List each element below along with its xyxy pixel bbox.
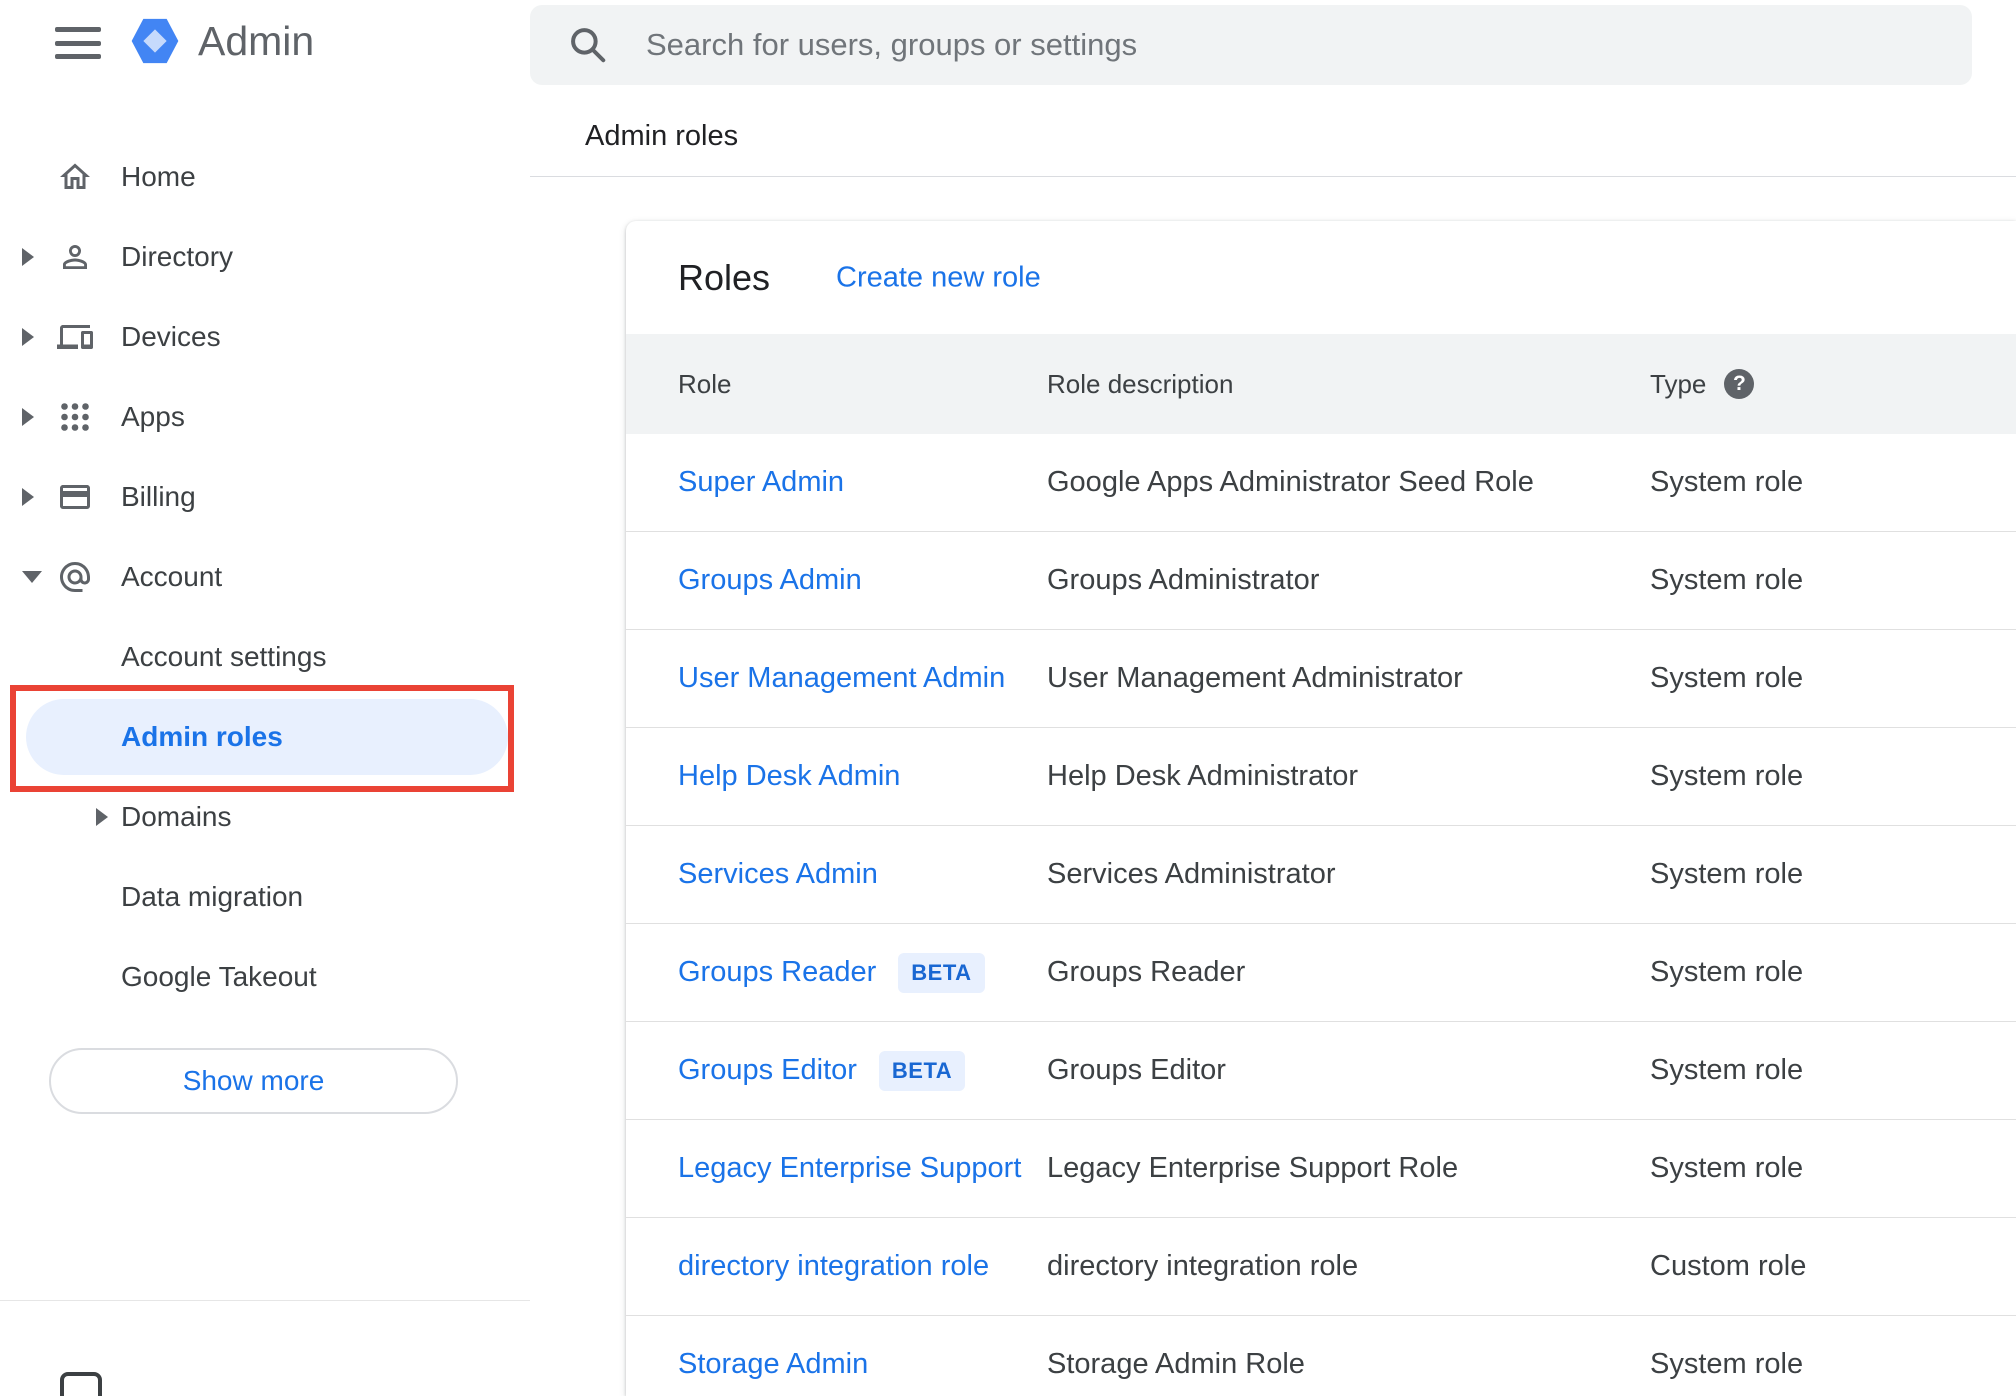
- role-description: Help Desk Administrator: [1047, 760, 1359, 792]
- breadcrumb: Admin roles: [585, 120, 739, 152]
- sidebar-subitem-domains[interactable]: Domains: [0, 777, 530, 857]
- expand-right-arrow-icon[interactable]: [22, 248, 34, 266]
- sidebar-item-home[interactable]: Home: [0, 137, 530, 217]
- sidebar-subitem-label: Account settings: [121, 641, 327, 672]
- sidebar-item-label: Directory: [121, 241, 234, 272]
- role-link[interactable]: Super Admin: [678, 466, 844, 499]
- header-divider: [530, 176, 2016, 177]
- table-row: Groups Editor BETA Groups Editor System …: [626, 1022, 2016, 1120]
- role-description: Groups Editor: [1047, 1054, 1226, 1086]
- expand-right-arrow-icon[interactable]: [96, 808, 108, 826]
- column-header-type: Type: [1650, 368, 1707, 399]
- sidebar-subitem-label: Google Takeout: [121, 961, 317, 992]
- sidebar-subitem-google-takeout[interactable]: Google Takeout: [0, 937, 530, 1017]
- table-row: Groups Reader BETA Groups Reader System …: [626, 924, 2016, 1022]
- role-description: Storage Admin Role: [1047, 1348, 1305, 1380]
- app-title: Admin: [198, 18, 315, 64]
- role-type: System role: [1650, 564, 1804, 596]
- sidebar-item-directory[interactable]: Directory: [0, 217, 530, 297]
- sidebar-item-label: Devices: [121, 321, 221, 352]
- credit-card-icon: [57, 479, 93, 515]
- sidebar-bottom-divider: [0, 1300, 530, 1301]
- expand-right-arrow-icon[interactable]: [22, 408, 34, 426]
- roles-table-body: Super Admin Google Apps Administrator Se…: [626, 434, 2016, 1396]
- role-link[interactable]: Storage Admin: [678, 1348, 868, 1381]
- sidebar-item-label: Home: [121, 161, 196, 192]
- table-row: Storage Admin Storage Admin Role System …: [626, 1316, 2016, 1396]
- table-row: Super Admin Google Apps Administrator Se…: [626, 434, 2016, 532]
- role-description: Google Apps Administrator Seed Role: [1047, 466, 1534, 498]
- role-link[interactable]: directory integration role: [678, 1250, 989, 1283]
- role-description: Services Administrator: [1047, 858, 1336, 890]
- role-type: System role: [1650, 662, 1804, 694]
- devices-icon: [57, 319, 93, 355]
- roles-panel: Roles Create new role Role Role descript…: [626, 221, 2016, 1396]
- role-type: System role: [1650, 1152, 1804, 1184]
- sidebar-item-billing[interactable]: Billing: [0, 457, 530, 537]
- role-link[interactable]: Help Desk Admin: [678, 760, 900, 793]
- roles-table-header: Role Role description Type ?: [626, 334, 2016, 434]
- role-type: Custom role: [1650, 1250, 1807, 1282]
- sidebar-item-apps[interactable]: Apps: [0, 377, 530, 457]
- search-bar: [530, 5, 1972, 85]
- role-link[interactable]: Groups Reader: [678, 956, 876, 989]
- panel-title: Roles: [678, 256, 771, 298]
- table-row: Services Admin Services Administrator Sy…: [626, 826, 2016, 924]
- table-row: Legacy Enterprise Support Legacy Enterpr…: [626, 1120, 2016, 1218]
- role-link[interactable]: Groups Editor: [678, 1054, 857, 1087]
- sidebar-subitem-label: Domains: [121, 801, 232, 832]
- role-type: System role: [1650, 760, 1804, 792]
- collapse-down-arrow-icon[interactable]: [22, 571, 42, 583]
- beta-badge: BETA: [898, 952, 985, 993]
- column-header-role: Role: [678, 368, 732, 399]
- sidebar-item-account[interactable]: Account: [0, 537, 530, 617]
- role-type: System role: [1650, 1054, 1804, 1086]
- sidebar-item-label: Billing: [121, 481, 196, 512]
- sidebar-subitem-label: Data migration: [121, 881, 304, 912]
- home-icon: [57, 159, 93, 195]
- table-row: User Management Admin User Management Ad…: [626, 630, 2016, 728]
- show-more-button[interactable]: Show more: [49, 1048, 458, 1114]
- sidebar-subitem-admin-roles[interactable]: Admin roles: [0, 697, 530, 777]
- roles-panel-header: Roles Create new role: [626, 221, 2016, 334]
- sidebar-nav: Home Directory Devices Apps Billing Acco…: [0, 137, 530, 1017]
- role-description: directory integration role: [1047, 1250, 1359, 1282]
- at-sign-icon: [57, 559, 93, 595]
- table-row: directory integration role directory int…: [626, 1218, 2016, 1316]
- sidebar: Admin Home Directory Devices Apps Billin…: [0, 0, 530, 1396]
- create-new-role-link[interactable]: Create new role: [836, 261, 1041, 294]
- role-link[interactable]: Groups Admin: [678, 564, 862, 597]
- role-type: System role: [1650, 466, 1804, 498]
- sidebar-item-label: Account: [121, 561, 223, 592]
- role-type: System role: [1650, 858, 1804, 890]
- role-description: Legacy Enterprise Support Role: [1047, 1152, 1459, 1184]
- sidebar-subitem-account-settings[interactable]: Account settings: [0, 617, 530, 697]
- help-icon[interactable]: ?: [1724, 369, 1755, 399]
- role-description: Groups Administrator: [1047, 564, 1320, 596]
- column-header-description: Role description: [1047, 368, 1234, 399]
- table-row: Help Desk Admin Help Desk Administrator …: [626, 728, 2016, 826]
- sidebar-item-devices[interactable]: Devices: [0, 297, 530, 377]
- sidebar-subitem-data-migration[interactable]: Data migration: [0, 857, 530, 937]
- sidebar-subitem-label: Admin roles: [121, 721, 283, 752]
- google-admin-logo-icon: [131, 18, 179, 64]
- expand-right-arrow-icon[interactable]: [22, 328, 34, 346]
- role-description: Groups Reader: [1047, 956, 1246, 988]
- apps-grid-icon: [57, 399, 93, 435]
- sidebar-item-label: Apps: [121, 401, 185, 432]
- beta-badge: BETA: [878, 1050, 966, 1091]
- role-link[interactable]: Services Admin: [678, 858, 878, 891]
- role-type: System role: [1650, 956, 1804, 988]
- feedback-icon[interactable]: [60, 1372, 102, 1396]
- table-row: Groups Admin Groups Administrator System…: [626, 532, 2016, 630]
- expand-right-arrow-icon[interactable]: [22, 488, 34, 506]
- person-icon: [57, 239, 93, 275]
- role-description: User Management Administrator: [1047, 662, 1463, 694]
- role-link[interactable]: Legacy Enterprise Support: [678, 1152, 1021, 1185]
- role-link[interactable]: User Management Admin: [678, 662, 1005, 695]
- search-input[interactable]: [530, 5, 1972, 85]
- hamburger-menu-icon[interactable]: [55, 27, 101, 59]
- role-type: System role: [1650, 1348, 1804, 1380]
